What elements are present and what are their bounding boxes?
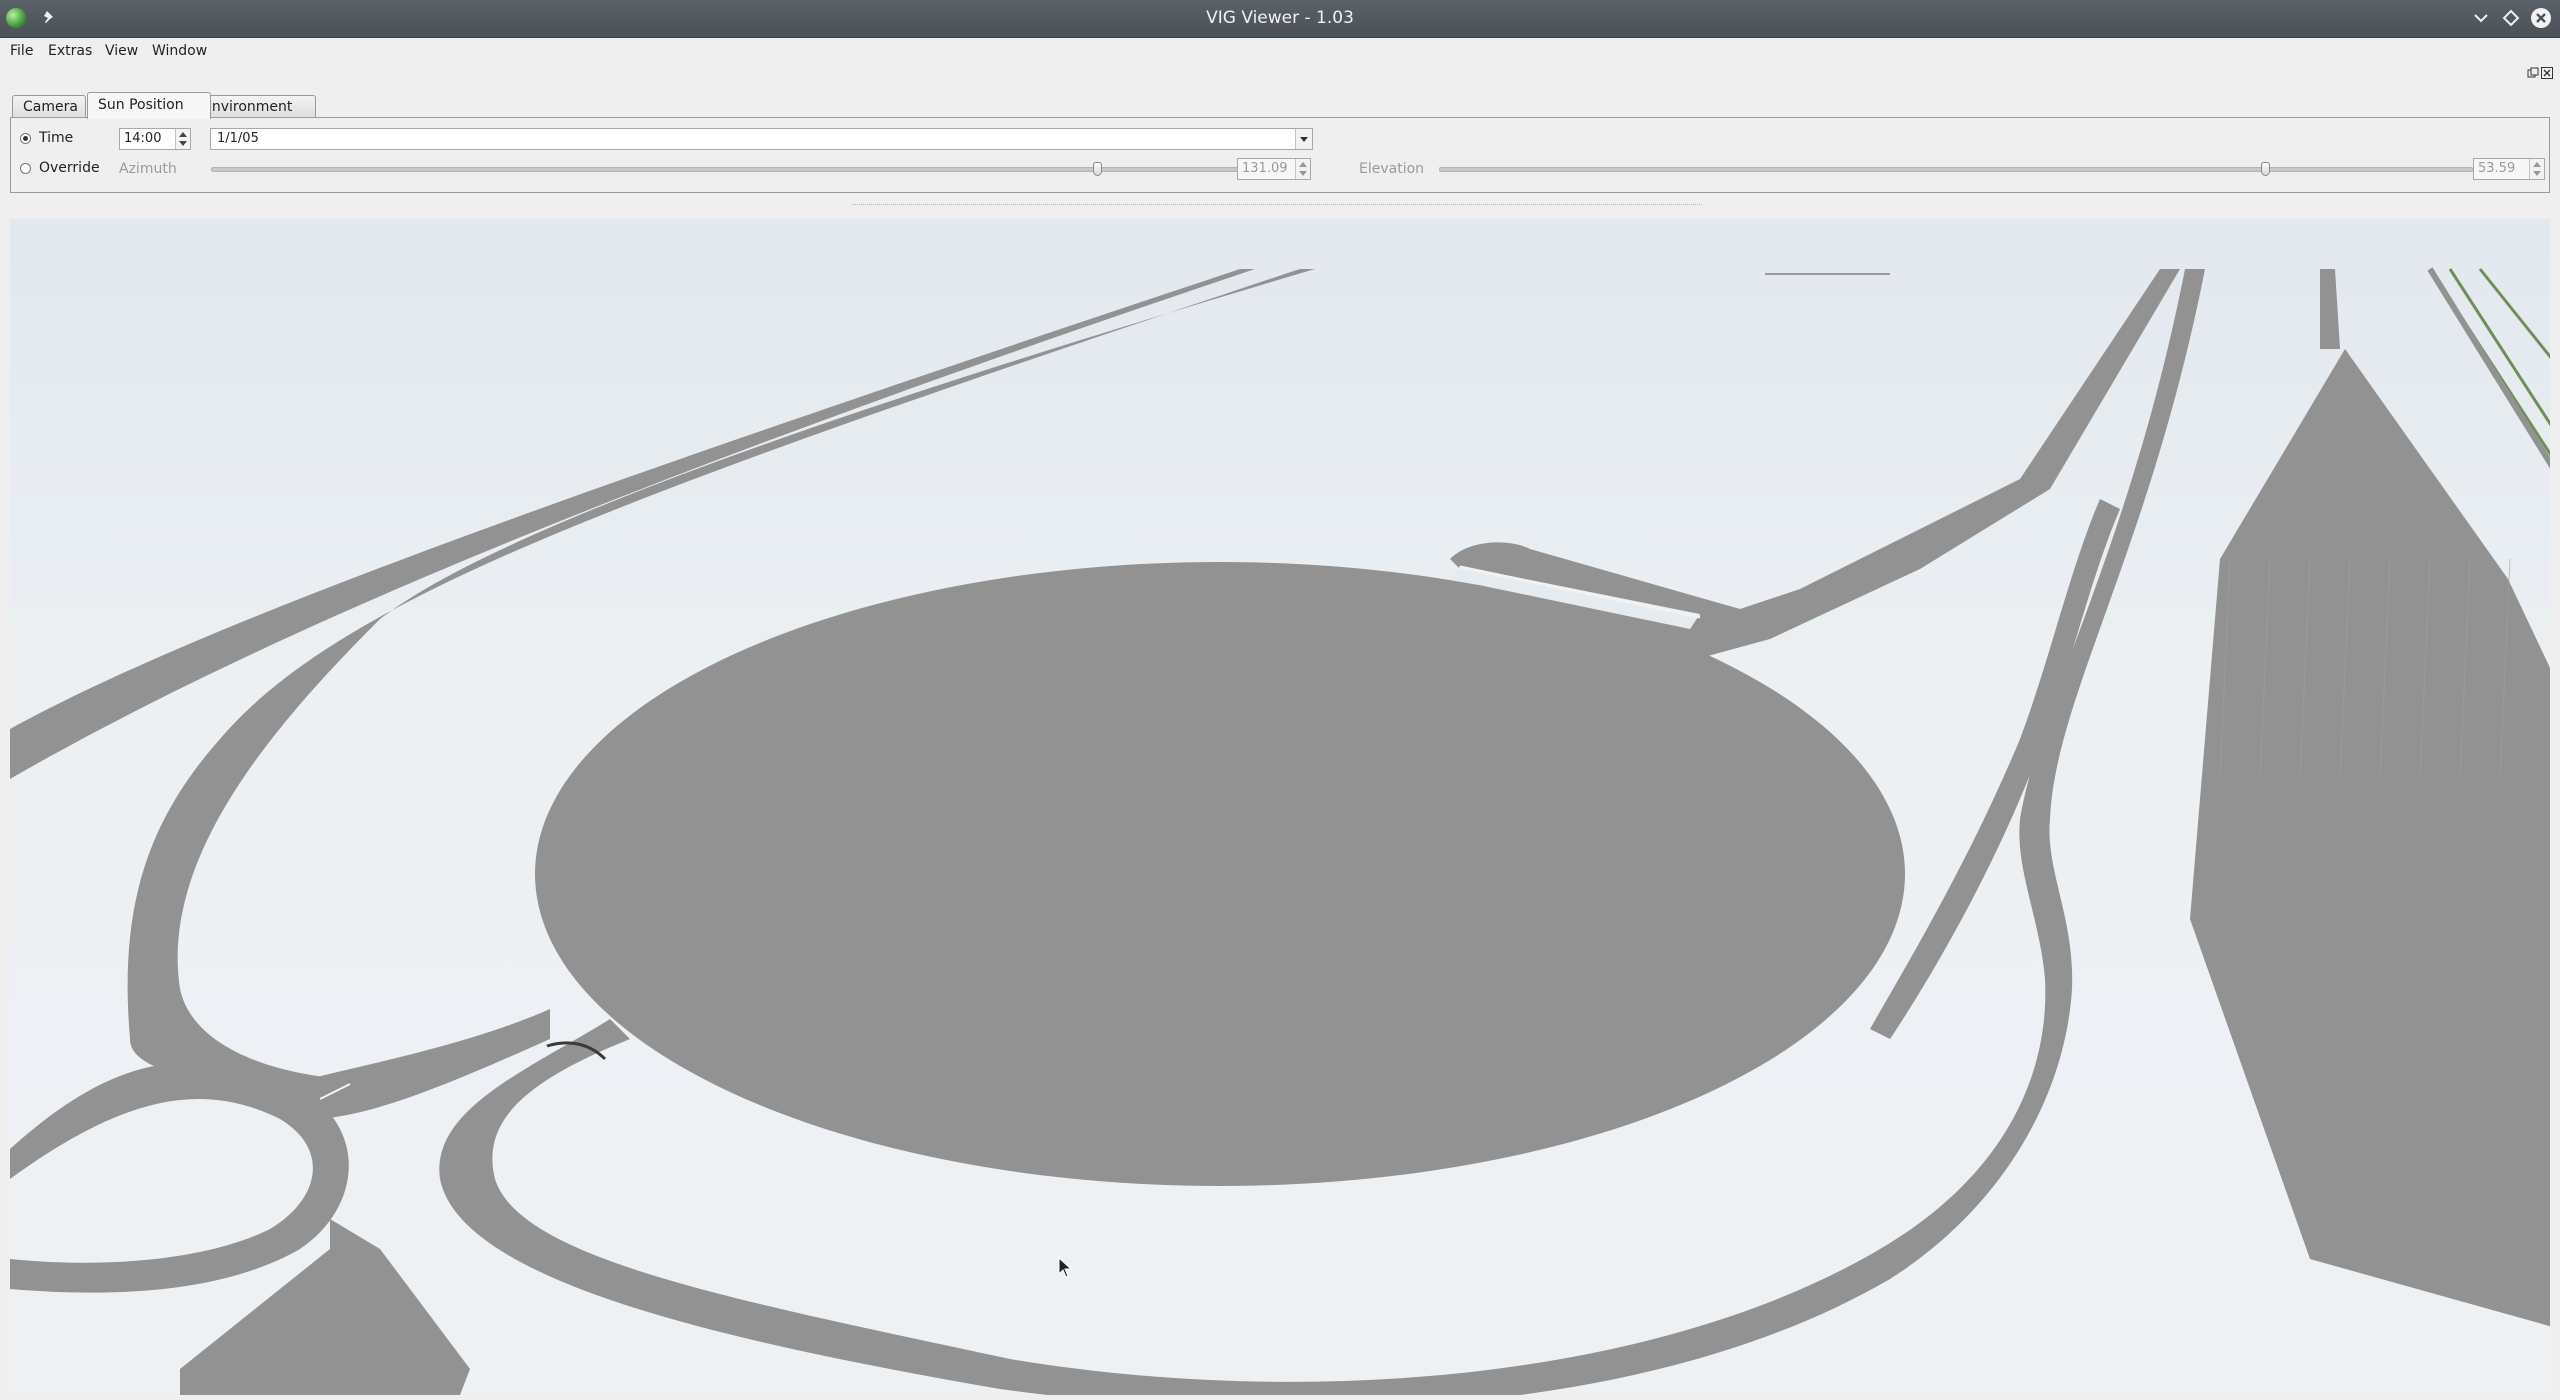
spin-down-icon[interactable] (179, 141, 187, 146)
elevation-slider-handle[interactable] (2260, 162, 2270, 176)
menu-window[interactable]: Window (152, 43, 207, 59)
elevation-label: Elevation (1359, 161, 1425, 177)
azimuth-slider[interactable] (211, 162, 1243, 176)
diamond-icon[interactable] (2500, 7, 2522, 29)
chevron-down-icon[interactable] (1295, 129, 1312, 149)
elevation-spin-arrows[interactable] (2529, 159, 2544, 179)
window-title: VIG Viewer - 1.03 (1206, 8, 1354, 28)
dock-close-icon[interactable] (2541, 67, 2553, 79)
3d-viewport[interactable] (10, 219, 2550, 1395)
date-combobox[interactable]: 1/1/05 (210, 128, 1313, 150)
elevation-slider[interactable] (1439, 162, 2473, 176)
override-label[interactable]: Override (39, 160, 100, 176)
azimuth-spin-arrows[interactable] (1295, 159, 1310, 179)
tab-sun-position[interactable]: Sun Position (87, 92, 211, 119)
spin-up-icon[interactable] (1299, 162, 1307, 167)
road-lower-left-exit (180, 1219, 470, 1395)
time-spinbox[interactable]: 14:00 (119, 128, 191, 150)
chevron-down-icon[interactable] (2470, 7, 2492, 29)
azimuth-label: Azimuth (119, 161, 177, 177)
tab-camera[interactable]: Camera (12, 95, 86, 118)
mouse-pointer-icon (1058, 1257, 1073, 1278)
spin-down-icon[interactable] (1299, 171, 1307, 176)
azimuth-spinbox[interactable]: 131.09 (1237, 158, 1311, 180)
time-spin-arrows[interactable] (175, 129, 190, 149)
azimuth-value: 131.09 (1242, 161, 1288, 176)
override-radio[interactable] (20, 163, 31, 174)
spin-up-icon[interactable] (179, 132, 187, 137)
dock-float-icon[interactable] (2527, 67, 2539, 79)
time-value: 14:00 (124, 131, 162, 146)
menu-view[interactable]: View (105, 43, 138, 59)
spin-down-icon[interactable] (2533, 171, 2541, 176)
elevation-spinbox[interactable]: 53.59 (2473, 158, 2545, 180)
right-lot (2190, 349, 2550, 1327)
menu-file[interactable]: File (10, 43, 33, 59)
time-label[interactable]: Time (39, 130, 73, 146)
elevation-value: 53.59 (2478, 161, 2516, 176)
road-plaza-right (1870, 499, 2120, 1039)
date-value: 1/1/05 (217, 131, 259, 146)
azimuth-slider-handle[interactable] (1092, 162, 1102, 176)
time-radio[interactable] (20, 133, 31, 144)
right-road (2320, 269, 2340, 349)
menu-bar: File Extras View Window (0, 38, 2560, 64)
sun-position-panel: Time 14:00 1/1/05 Override Azimuth 131.0… (10, 117, 2550, 193)
title-bar[interactable]: VIG Viewer - 1.03 (0, 0, 2560, 38)
road-scene[interactable] (10, 219, 2550, 1395)
spin-up-icon[interactable] (2533, 162, 2541, 167)
dock-splitter-handle[interactable] (852, 204, 1702, 206)
menu-extras[interactable]: Extras (48, 43, 92, 59)
close-icon[interactable] (2530, 7, 2552, 29)
